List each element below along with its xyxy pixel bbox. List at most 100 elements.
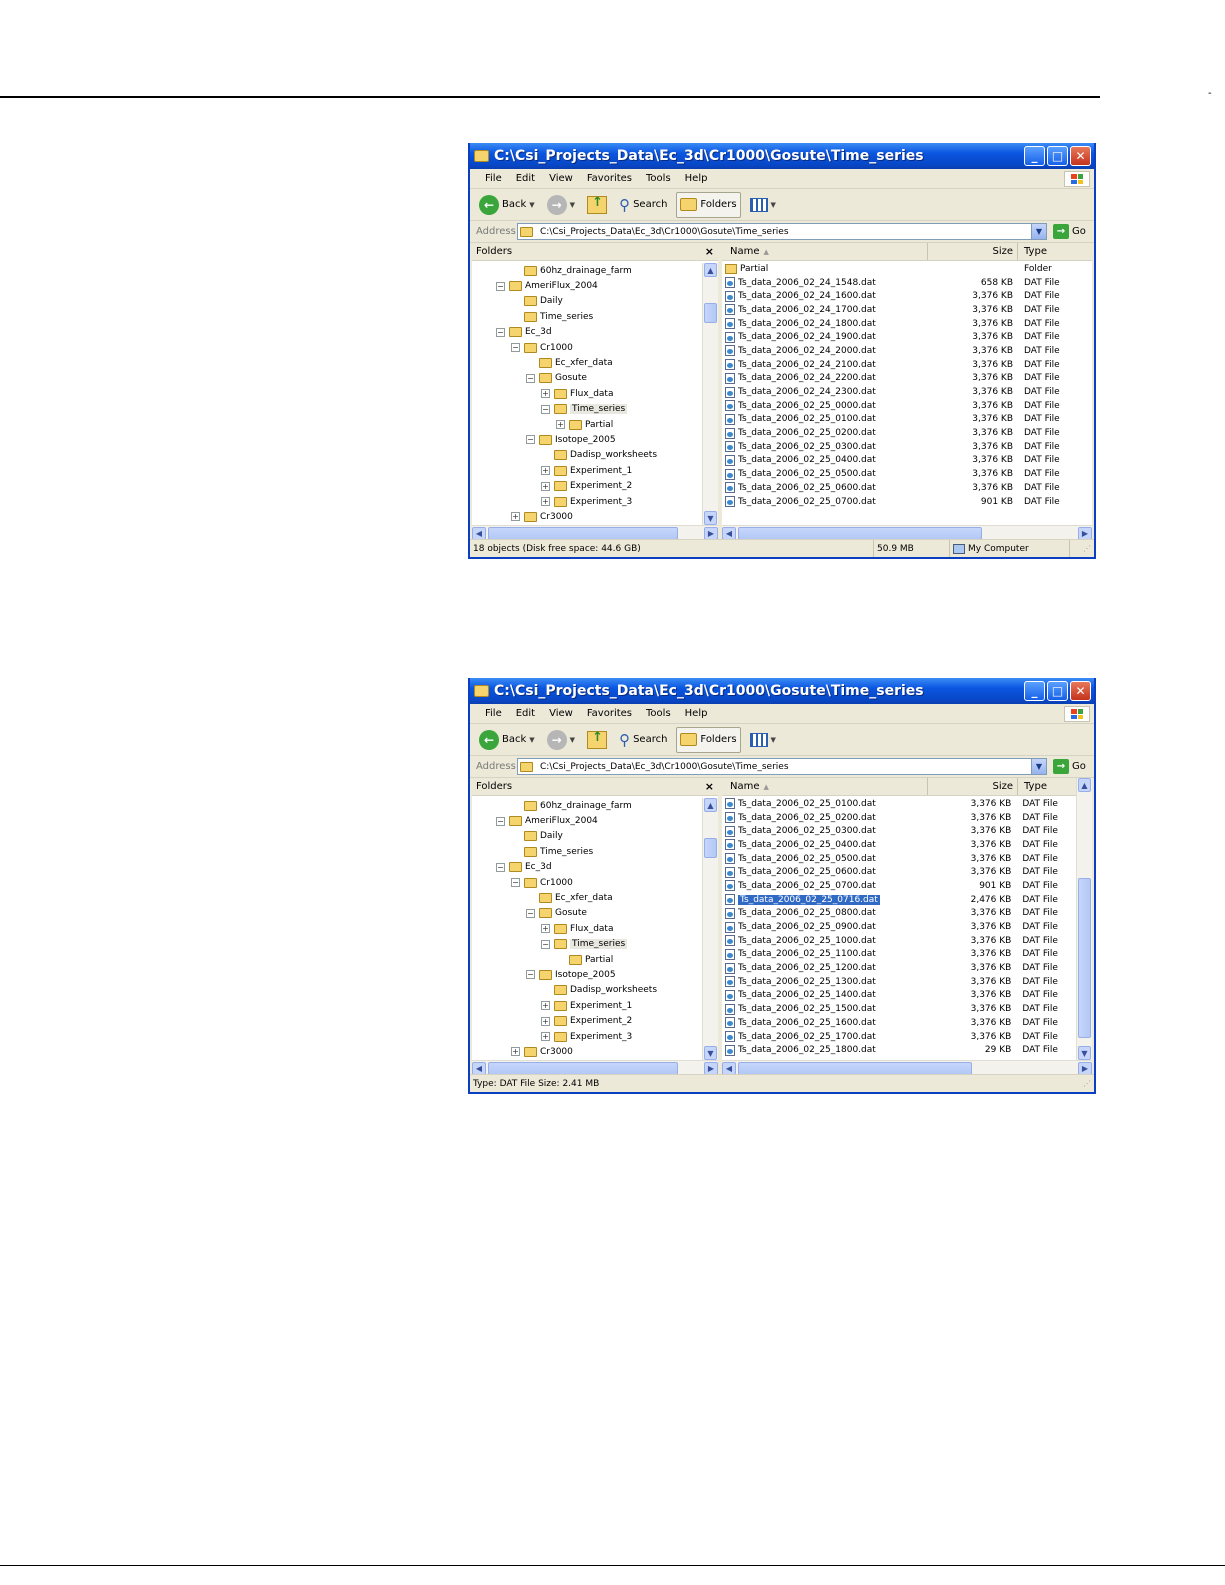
collapse-icon[interactable]: − xyxy=(541,404,550,414)
file-row[interactable]: Ts_data_2006_02_25_0400.dat 3,376 KB DAT F… xyxy=(722,454,1092,468)
tree-item[interactable]: − Time_series xyxy=(472,402,702,417)
minimize-button[interactable]: _ xyxy=(1024,146,1045,166)
menu-edit[interactable]: Edit xyxy=(509,173,542,184)
address-dropdown-button[interactable]: ▼ xyxy=(1031,224,1046,239)
expand-icon[interactable]: + xyxy=(511,512,520,522)
file-row[interactable]: Ts_data_2006_02_25_0400.dat 3,376 KB DAT F… xyxy=(722,838,1076,852)
menu-help[interactable]: Help xyxy=(678,708,715,719)
back-button[interactable]: ← Back ▼ xyxy=(476,727,538,753)
tree-item[interactable]: Partial xyxy=(472,952,702,967)
scroll-up-arrow[interactable]: ▲ xyxy=(1078,778,1091,792)
expand-icon[interactable]: + xyxy=(556,420,565,430)
file-row[interactable]: Ts_data_2006_02_25_1700.dat 3,376 KB DAT F… xyxy=(722,1030,1076,1044)
tree-item[interactable]: + Partial xyxy=(472,417,702,432)
tree-item[interactable]: − AmeriFlux_2004 xyxy=(472,813,702,828)
file-row[interactable]: Ts_data_2006_02_24_1700.dat 3,376 KB DAT F… xyxy=(722,303,1092,317)
forward-button[interactable]: → ▼ xyxy=(544,727,578,753)
tree-item[interactable]: Time_series xyxy=(472,309,702,324)
column-header-type[interactable]: Type xyxy=(1018,778,1078,795)
column-header-name[interactable]: Name ▲ xyxy=(722,778,928,795)
tree-item[interactable]: Ec_xfer_data xyxy=(472,890,702,905)
expand-icon[interactable]: + xyxy=(541,924,550,934)
scroll-up-arrow[interactable]: ▲ xyxy=(704,263,717,277)
file-row[interactable]: Ts_data_2006_02_25_1400.dat 3,376 KB DAT F… xyxy=(722,989,1076,1003)
collapse-icon[interactable]: − xyxy=(511,343,520,353)
file-row[interactable]: Ts_data_2006_02_25_0500.dat 3,376 KB DAT F… xyxy=(722,467,1092,481)
file-row[interactable]: Ts_data_2006_02_25_0100.dat 3,376 KB DAT F… xyxy=(722,413,1092,427)
maximize-button[interactable]: □ xyxy=(1047,146,1068,166)
file-list-vertical-scrollbar[interactable]: ▲ ▼ xyxy=(1076,778,1092,1060)
column-header-name[interactable]: Name ▲ xyxy=(722,243,928,260)
file-row[interactable]: Ts_data_2006_02_24_1800.dat 3,376 KB DAT F… xyxy=(722,317,1092,331)
file-row[interactable]: Ts_data_2006_02_24_2000.dat 3,376 KB DAT F… xyxy=(722,344,1092,358)
go-button[interactable]: → Go xyxy=(1053,759,1086,774)
menu-view[interactable]: View xyxy=(542,708,580,719)
file-row[interactable]: Ts_data_2006_02_25_0300.dat 3,376 KB DAT F… xyxy=(722,440,1092,454)
menu-tools[interactable]: Tools xyxy=(639,173,678,184)
expand-icon[interactable]: + xyxy=(541,389,550,399)
back-button[interactable]: ← Back ▼ xyxy=(476,192,538,218)
column-header-size[interactable]: Size xyxy=(928,778,1018,795)
menu-view[interactable]: View xyxy=(542,173,580,184)
close-pane-button[interactable]: × xyxy=(705,245,714,258)
file-row[interactable]: Ts_data_2006_02_25_0200.dat 3,376 KB DAT F… xyxy=(722,426,1092,440)
tree-item[interactable]: Daily xyxy=(472,294,702,309)
collapse-icon[interactable]: − xyxy=(496,281,505,291)
close-button[interactable]: ✕ xyxy=(1070,681,1091,701)
menu-file[interactable]: File xyxy=(478,708,509,719)
minimize-button[interactable]: _ xyxy=(1024,681,1045,701)
expand-icon[interactable]: + xyxy=(541,497,550,507)
file-row[interactable]: Ts_data_2006_02_25_0100.dat 3,376 KB DAT F… xyxy=(722,797,1076,811)
views-button[interactable]: ▼ xyxy=(747,192,779,218)
file-row[interactable]: Ts_data_2006_02_25_0716.dat 2,476 KB DAT F… xyxy=(722,893,1076,907)
tree-item[interactable]: + Experiment_1 xyxy=(472,463,702,478)
file-row[interactable]: Ts_data_2006_02_25_0300.dat 3,376 KB DAT F… xyxy=(722,824,1076,838)
column-header-size[interactable]: Size xyxy=(928,243,1018,260)
up-folder-button[interactable] xyxy=(584,192,610,218)
menu-file[interactable]: File xyxy=(478,173,509,184)
scroll-thumb[interactable] xyxy=(704,303,717,323)
tree-item[interactable]: + Flux_data xyxy=(472,921,702,936)
scroll-thumb[interactable] xyxy=(1078,878,1091,1038)
tree-item[interactable]: − Cr1000 xyxy=(472,340,702,355)
collapse-icon[interactable]: − xyxy=(511,878,520,888)
file-row[interactable]: Ts_data_2006_02_25_1100.dat 3,376 KB DAT F… xyxy=(722,948,1076,962)
tree-item[interactable]: 60hz_drainage_farm xyxy=(472,263,702,278)
tree-item[interactable]: Daily xyxy=(472,829,702,844)
file-row[interactable]: Ts_data_2006_02_25_0700.dat 901 KB DAT Fil… xyxy=(722,495,1092,509)
scroll-down-arrow[interactable]: ▼ xyxy=(704,511,717,525)
collapse-icon[interactable]: − xyxy=(496,327,505,337)
tree-item[interactable]: − Cr1000 xyxy=(472,875,702,890)
tree-item[interactable]: + Cr3000 xyxy=(472,1044,702,1059)
address-dropdown-button[interactable]: ▼ xyxy=(1031,759,1046,774)
go-button[interactable]: → Go xyxy=(1053,224,1086,239)
up-folder-button[interactable] xyxy=(584,727,610,753)
file-row[interactable]: Ts_data_2006_02_25_0800.dat 3,376 KB DAT F… xyxy=(722,907,1076,921)
menu-help[interactable]: Help xyxy=(678,173,715,184)
file-row[interactable]: Ts_data_2006_02_25_0500.dat 3,376 KB DAT F… xyxy=(722,852,1076,866)
file-row[interactable]: Ts_data_2006_02_25_0000.dat 3,376 KB DAT F… xyxy=(722,399,1092,413)
menu-tools[interactable]: Tools xyxy=(639,708,678,719)
tree-item[interactable]: + Experiment_3 xyxy=(472,494,702,509)
collapse-icon[interactable]: − xyxy=(526,435,535,445)
collapse-icon[interactable]: − xyxy=(496,862,505,872)
views-button[interactable]: ▼ xyxy=(747,727,779,753)
address-input[interactable]: C:\Csi_Projects_Data\Ec_3d\Cr1000\Gosute… xyxy=(517,758,1047,775)
tree-item[interactable]: − Gosute xyxy=(472,906,702,921)
file-row[interactable]: Partial Folder xyxy=(722,262,1092,276)
expand-icon[interactable]: + xyxy=(541,466,550,476)
tree-item[interactable]: Dadisp_worksheets xyxy=(472,448,702,463)
search-button[interactable]: ⚲ Search xyxy=(616,727,670,753)
file-row[interactable]: Ts_data_2006_02_25_0600.dat 3,376 KB DAT F… xyxy=(722,481,1092,495)
menu-favorites[interactable]: Favorites xyxy=(580,708,639,719)
file-row[interactable]: Ts_data_2006_02_25_1500.dat 3,376 KB DAT F… xyxy=(722,1002,1076,1016)
expand-icon[interactable]: + xyxy=(541,1016,550,1026)
file-row[interactable]: Ts_data_2006_02_24_1548.dat 658 KB DAT Fil… xyxy=(722,276,1092,290)
file-row[interactable]: Ts_data_2006_02_25_0900.dat 3,376 KB DAT F… xyxy=(722,920,1076,934)
folders-vertical-scrollbar[interactable]: ▲ ▼ xyxy=(702,798,718,1060)
resize-grip[interactable]: ⋰ xyxy=(1083,1079,1094,1088)
menu-favorites[interactable]: Favorites xyxy=(580,173,639,184)
file-row[interactable]: Ts_data_2006_02_25_0200.dat 3,376 KB DAT F… xyxy=(722,811,1076,825)
chevron-down-icon[interactable]: ▼ xyxy=(570,736,575,744)
tree-item[interactable]: + Experiment_2 xyxy=(472,478,702,493)
